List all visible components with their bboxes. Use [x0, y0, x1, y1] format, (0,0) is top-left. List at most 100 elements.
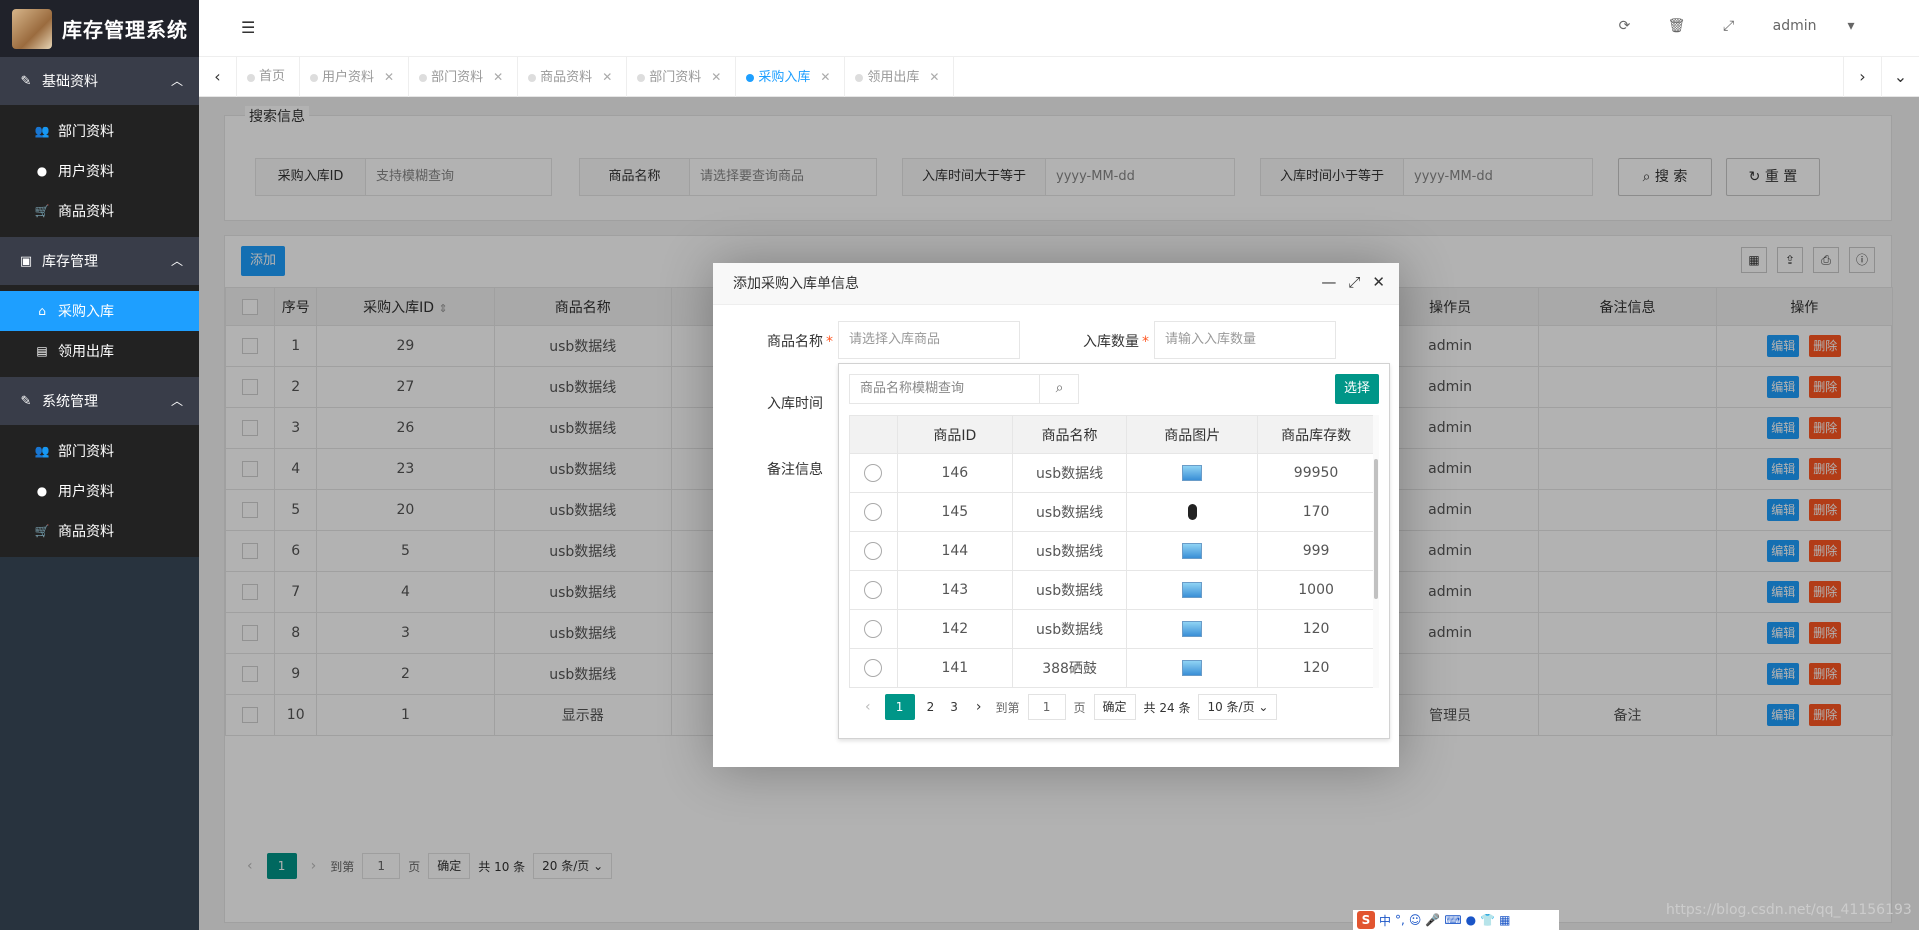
- keyboard-icon[interactable]: ⌨: [1444, 913, 1461, 927]
- emoji-icon[interactable]: ☺: [1409, 913, 1422, 927]
- picker-row[interactable]: 146 usb数据线 99950: [849, 453, 1375, 493]
- picker-radio-cell[interactable]: [849, 570, 898, 610]
- qty-input[interactable]: 请输入入库数量: [1154, 321, 1336, 359]
- logo-image: [12, 8, 52, 49]
- prev-page-icon[interactable]: ‹: [859, 699, 877, 715]
- picker-row[interactable]: 144 usb数据线 999: [849, 531, 1375, 571]
- sidebar-item-outbound[interactable]: ▤ 领用出库: [0, 331, 199, 371]
- row-radio[interactable]: [864, 581, 883, 599]
- picker-image: [1126, 609, 1259, 649]
- user-icon[interactable]: ●: [1466, 913, 1476, 927]
- row-radio[interactable]: [864, 503, 883, 521]
- refresh-icon[interactable]: ⟳: [1599, 18, 1651, 34]
- tab-departments[interactable]: 部门资料 ✕: [409, 57, 519, 97]
- close-icon[interactable]: ✕: [711, 70, 721, 84]
- picker-row[interactable]: 142 usb数据线 120: [849, 609, 1375, 649]
- row-radio[interactable]: [864, 542, 883, 560]
- picker-row[interactable]: 143 usb数据线 1000: [849, 570, 1375, 610]
- menu-toggle-icon[interactable]: ☰: [241, 18, 255, 37]
- fullscreen-icon[interactable]: ⤢: [1703, 18, 1755, 34]
- page-input[interactable]: 1: [1027, 694, 1066, 720]
- tab-dot: [855, 74, 864, 82]
- nav-group-basic[interactable]: ✎ 基础资料 ︿: [0, 57, 199, 105]
- mic-icon[interactable]: 🎤: [1425, 913, 1440, 927]
- picker-col-image: 商品图片: [1126, 415, 1259, 454]
- picker-radio-cell[interactable]: [849, 609, 898, 649]
- sidebar-item-purchase-in[interactable]: ⌂ 采购入库: [0, 291, 199, 331]
- warehouse-icon: ▣: [19, 253, 33, 269]
- tab-departments-2[interactable]: 部门资料 ✕: [627, 57, 737, 97]
- file-icon: ▤: [36, 344, 48, 358]
- picker-col-id: 商品ID: [896, 415, 1013, 454]
- picker-row[interactable]: 145 usb数据线 170: [849, 492, 1375, 532]
- tab-outbound[interactable]: 领用出库 ✕: [845, 57, 955, 97]
- minimize-icon[interactable]: —: [1321, 273, 1336, 291]
- tab-scroll-left-icon[interactable]: ‹: [199, 57, 237, 97]
- nav-group-inventory[interactable]: ▣ 库存管理 ︿: [0, 237, 199, 285]
- picker-id: 144: [896, 531, 1013, 571]
- maximize-icon[interactable]: ⤢: [1348, 273, 1360, 291]
- close-icon[interactable]: ✕: [820, 70, 830, 84]
- next-page-icon[interactable]: ›: [970, 699, 988, 715]
- punctuation-icon[interactable]: °,: [1395, 913, 1405, 927]
- search-icon[interactable]: ⌕: [1039, 374, 1079, 404]
- sidebar-item-users[interactable]: ● 用户资料: [0, 471, 199, 511]
- sidebar-item-users[interactable]: ● 用户资料: [0, 151, 199, 191]
- page-2-button[interactable]: 2: [923, 700, 939, 714]
- goods-picker-dropdown: 商品名称模糊查询 ⌕ 选择 商品ID 商品名称 商品图片 商品库存数 146 us…: [838, 363, 1390, 739]
- page-3-button[interactable]: 3: [946, 700, 962, 714]
- sidebar-item-label: 采购入库: [58, 304, 114, 320]
- picker-radio-cell[interactable]: [849, 453, 898, 493]
- goods-select-input[interactable]: 请选择入库商品: [838, 321, 1020, 359]
- picker-scroll-thumb[interactable]: [1374, 459, 1378, 599]
- tab-menu-chevron-icon[interactable]: ⌄: [1881, 57, 1919, 97]
- row-radio[interactable]: [864, 659, 883, 677]
- picker-radio-cell[interactable]: [849, 648, 898, 688]
- sidebar-item-departments[interactable]: 👥 部门资料: [0, 431, 199, 471]
- edit-icon: ✎: [20, 73, 32, 89]
- sidebar-item-label: 部门资料: [58, 124, 114, 140]
- tab-users[interactable]: 用户资料 ✕: [300, 57, 410, 97]
- skin-icon[interactable]: 👕: [1480, 913, 1495, 927]
- sidebar-item-goods[interactable]: 🛒 商品资料: [0, 511, 199, 551]
- grid-icon[interactable]: ▦: [1499, 913, 1510, 927]
- picker-image: [1126, 492, 1259, 532]
- close-icon[interactable]: ✕: [602, 70, 612, 84]
- row-radio[interactable]: [864, 464, 883, 482]
- close-icon[interactable]: ✕: [384, 70, 394, 84]
- user-icon: ●: [36, 164, 48, 178]
- close-icon[interactable]: ✕: [1372, 273, 1385, 291]
- tab-home[interactable]: 首页: [237, 57, 301, 97]
- picker-radio-cell[interactable]: [849, 492, 898, 532]
- picker-select-button[interactable]: 选择: [1335, 374, 1379, 404]
- tab-scroll-right-icon[interactable]: ›: [1843, 57, 1881, 97]
- picker-image: [1126, 570, 1259, 610]
- page-1-button[interactable]: 1: [884, 694, 915, 720]
- ime-toolbar[interactable]: S 中 °, ☺ 🎤 ⌨ ● 👕 ▦: [1353, 910, 1559, 930]
- tab-list: 首页 用户资料 ✕ 部门资料 ✕ 商品资料 ✕ 部门资料 ✕ 采购入库 ✕ 领用出库 ✕: [237, 57, 955, 97]
- tab-goods[interactable]: 商品资料 ✕: [518, 57, 628, 97]
- close-icon[interactable]: ✕: [929, 70, 939, 84]
- required-mark: *: [826, 334, 833, 350]
- total-count: 共 24 条: [1143, 700, 1191, 715]
- tab-label: 商品资料: [540, 70, 593, 85]
- tab-label: 领用出库: [867, 70, 920, 85]
- watermark: https://blog.csdn.net/qq_41156193: [1666, 902, 1912, 918]
- picker-name: 388硒鼓: [1011, 648, 1128, 688]
- goods-label: 商品名称 *: [767, 331, 833, 351]
- page-size-select[interactable]: 10 条/页 ⌄: [1198, 694, 1278, 720]
- sidebar-item-departments[interactable]: 👥 部门资料: [0, 111, 199, 151]
- goto-confirm-button[interactable]: 确定: [1093, 694, 1136, 720]
- picker-stock: 120: [1257, 648, 1375, 688]
- picker-radio-cell[interactable]: [849, 531, 898, 571]
- nav-group-system[interactable]: ✎ 系统管理 ︿: [0, 377, 199, 425]
- close-icon[interactable]: ✕: [493, 70, 503, 84]
- user-menu[interactable]: admin ▾: [1755, 18, 1877, 34]
- ime-mode-label[interactable]: 中: [1379, 912, 1391, 929]
- picker-row[interactable]: 141 388硒鼓 120: [849, 648, 1375, 688]
- trash-icon[interactable]: 🗑: [1651, 18, 1703, 34]
- sidebar-item-goods[interactable]: 🛒 商品资料: [0, 191, 199, 231]
- row-radio[interactable]: [864, 620, 883, 638]
- tab-purchase-in[interactable]: 采购入库 ✕: [736, 57, 846, 97]
- qty-label-text: 入库数量: [1083, 334, 1139, 350]
